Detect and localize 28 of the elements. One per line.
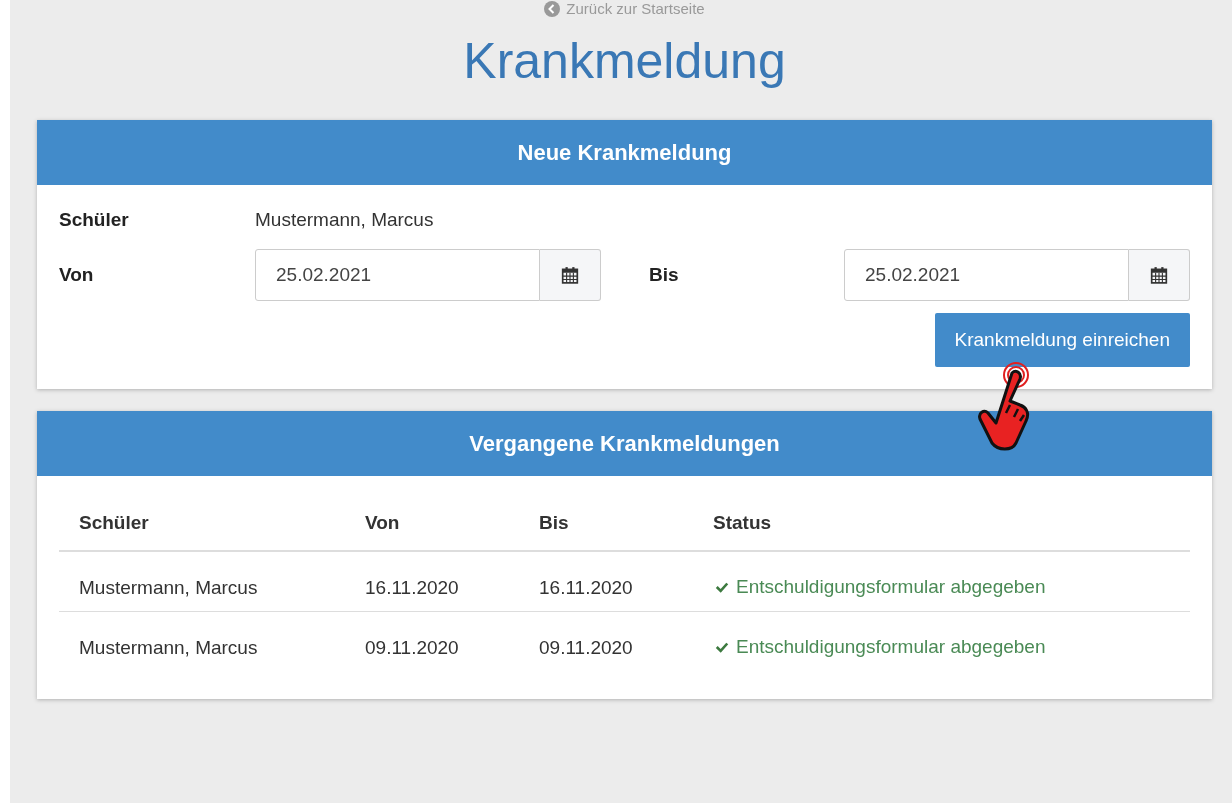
submit-button[interactable]: Krankmeldung einreichen	[934, 313, 1190, 367]
calendar-button[interactable]	[540, 249, 601, 301]
table-cell: Mustermann, Marcus	[59, 611, 345, 671]
date-field[interactable]: 25.02.2021	[255, 249, 540, 301]
field-label: Von	[59, 264, 95, 286]
calendar-icon	[561, 266, 579, 284]
status-text: Entschuldigungsformular abgegeben	[736, 636, 1046, 658]
field-label: Schüler	[59, 209, 130, 231]
column-header: Status	[693, 496, 1190, 551]
calendar-icon	[1150, 266, 1168, 284]
table-cell: 09.11.2020	[345, 611, 519, 671]
card-header: Vergangene Krankmeldungen	[37, 411, 1212, 476]
check-icon	[713, 640, 731, 654]
date-field[interactable]: 25.02.2021	[844, 249, 1129, 301]
student-name: Mustermann, Marcus	[255, 209, 434, 231]
table-cell: 16.11.2020	[345, 551, 519, 612]
page-title: Krankmeldung	[462, 32, 787, 91]
table-cell: Mustermann, Marcus	[59, 551, 345, 612]
column-header: Schüler	[59, 496, 345, 551]
status-text: Entschuldigungsformular abgegeben	[736, 576, 1046, 598]
calendar-button[interactable]	[1129, 249, 1190, 301]
column-header: Bis	[519, 496, 693, 551]
card-header: Neue Krankmeldung	[37, 120, 1212, 185]
column-header: Von	[345, 496, 519, 551]
table-cell: 09.11.2020	[519, 611, 693, 671]
field-label: Bis	[649, 264, 680, 286]
check-icon	[713, 580, 731, 594]
table-cell: 16.11.2020	[519, 551, 693, 612]
